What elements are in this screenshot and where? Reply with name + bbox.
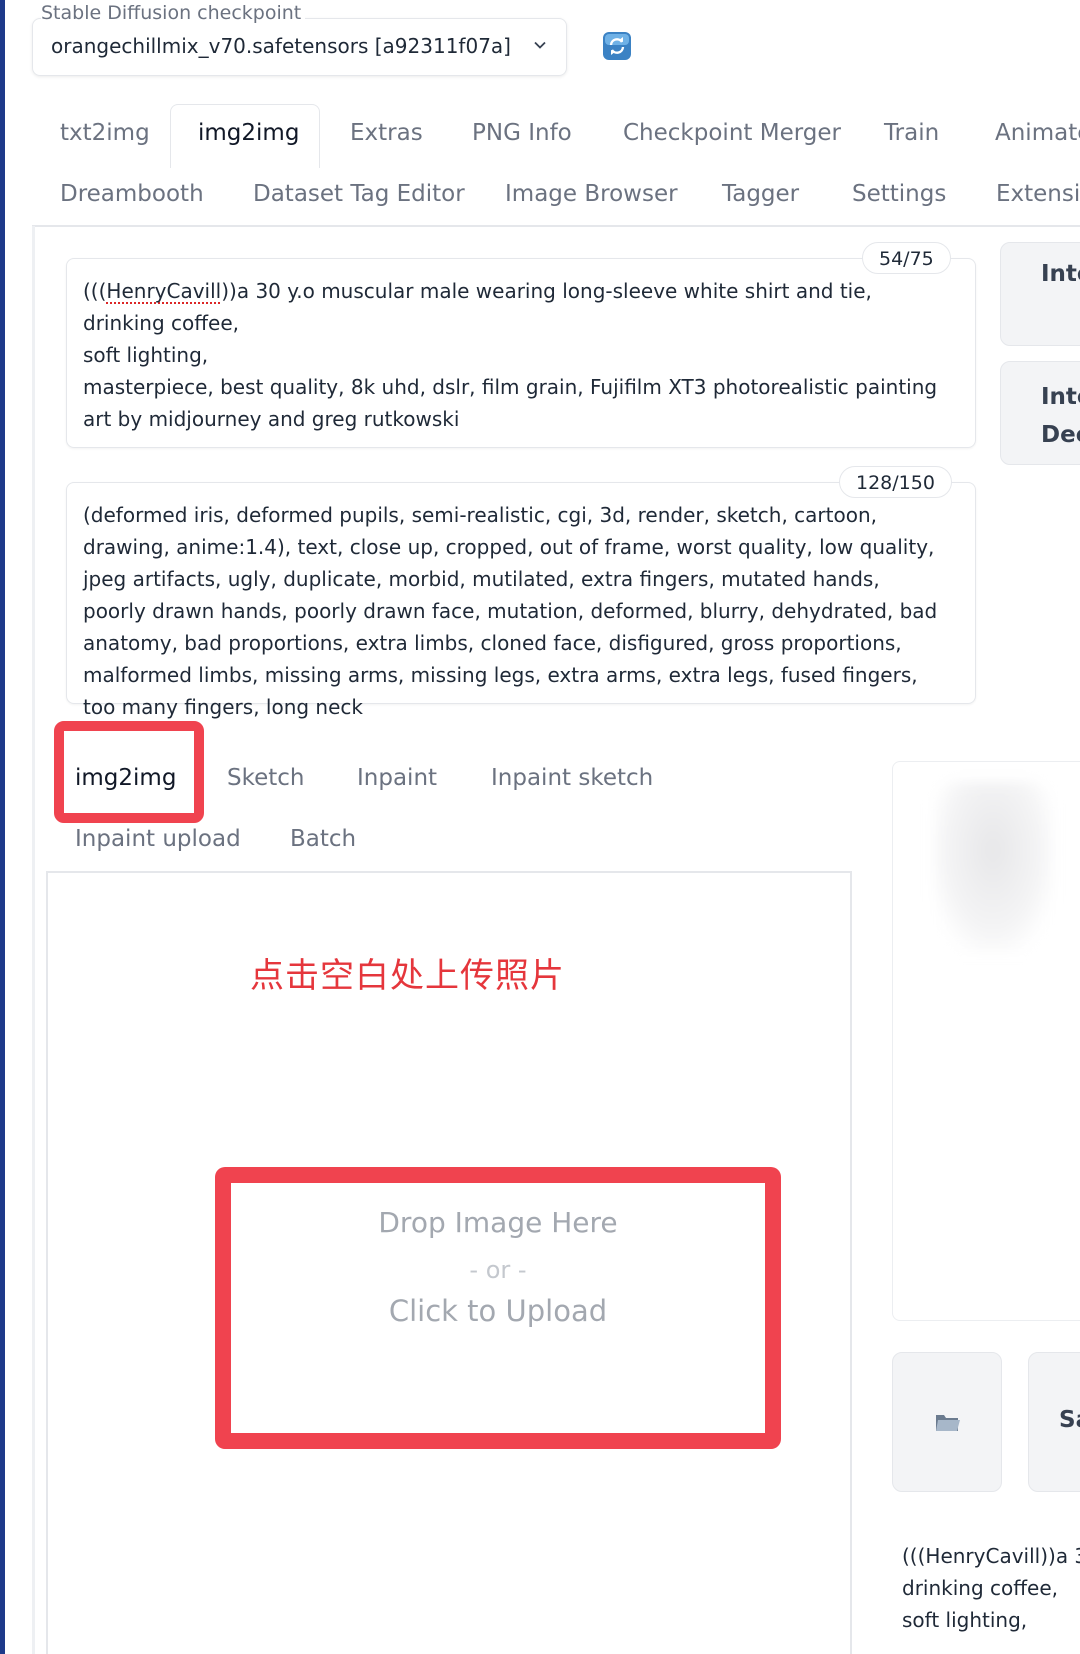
tab-dataset-tag-editor[interactable]: Dataset Tag Editor	[253, 181, 465, 207]
tab-extras[interactable]: Extras	[350, 120, 423, 146]
output-image-thumbnail[interactable]	[933, 782, 1053, 952]
tab-dreambooth[interactable]: Dreambooth	[60, 181, 204, 207]
checkpoint-value: orangechillmix_v70.safetensors [a92311f0…	[51, 34, 511, 58]
prompt-textarea[interactable]: (((HenryCavill))a 30 y.o muscular male w…	[66, 258, 976, 448]
tab-image-browser[interactable]: Image Browser	[505, 181, 678, 207]
prompt-text: (((HenryCavill))a 30 y.o muscular male w…	[83, 279, 938, 431]
negative-prompt-textarea[interactable]: (deformed iris, deformed pupils, semi-re…	[66, 482, 976, 719]
tabs-divider	[32, 225, 1080, 227]
spellcheck-word: HenryCavill	[106, 279, 222, 303]
tab-settings[interactable]: Settings	[852, 181, 946, 207]
panel-border	[32, 226, 35, 1654]
interrogate-deepbooru-button[interactable]: Inte Dee	[1000, 361, 1080, 465]
annotation-highlight-dropzone	[215, 1167, 781, 1449]
interrogate-clip-button[interactable]: Inte	[1000, 242, 1080, 346]
subtab-batch[interactable]: Batch	[290, 826, 356, 852]
open-folder-button[interactable]	[892, 1352, 1002, 1492]
tab-txt2img[interactable]: txt2img	[60, 120, 150, 146]
window-left-edge	[0, 0, 5, 1654]
negative-token-counter: 128/150	[839, 466, 952, 498]
save-button[interactable]: Sa	[1028, 1352, 1080, 1492]
checkpoint-label: Stable Diffusion checkpoint	[41, 2, 306, 24]
chevron-down-icon	[534, 41, 546, 49]
tab-extensions[interactable]: Extensic	[996, 181, 1080, 207]
prompt-token-counter: 54/75	[862, 242, 951, 274]
tab-png-info[interactable]: PNG Info	[472, 120, 572, 146]
subtab-inpaint-upload[interactable]: Inpaint upload	[75, 826, 241, 852]
tab-checkpoint-merger[interactable]: Checkpoint Merger	[623, 120, 841, 146]
upload-hint-annotation: 点击空白处上传照片	[250, 956, 565, 996]
negative-prompt-text: (deformed iris, deformed pupils, semi-re…	[83, 503, 938, 719]
generation-info-text: (((HenryCavill))a 30 drinking coffee, so…	[902, 1544, 1080, 1632]
annotation-highlight-subtab	[54, 721, 204, 823]
tab-animator[interactable]: Animatc	[995, 120, 1080, 146]
folder-icon	[936, 1415, 960, 1431]
subtab-sketch[interactable]: Sketch	[227, 765, 305, 791]
tab-train[interactable]: Train	[884, 120, 939, 146]
subtab-inpaint[interactable]: Inpaint	[357, 765, 437, 791]
tab-img2img[interactable]: img2img	[198, 120, 299, 146]
output-gallery[interactable]	[892, 761, 1080, 1321]
tab-tagger[interactable]: Tagger	[722, 181, 799, 207]
checkpoint-dropdown[interactable]: orangechillmix_v70.safetensors [a92311f0…	[32, 18, 567, 76]
subtab-inpaint-sketch[interactable]: Inpaint sketch	[491, 765, 653, 791]
refresh-icon[interactable]	[602, 31, 632, 61]
